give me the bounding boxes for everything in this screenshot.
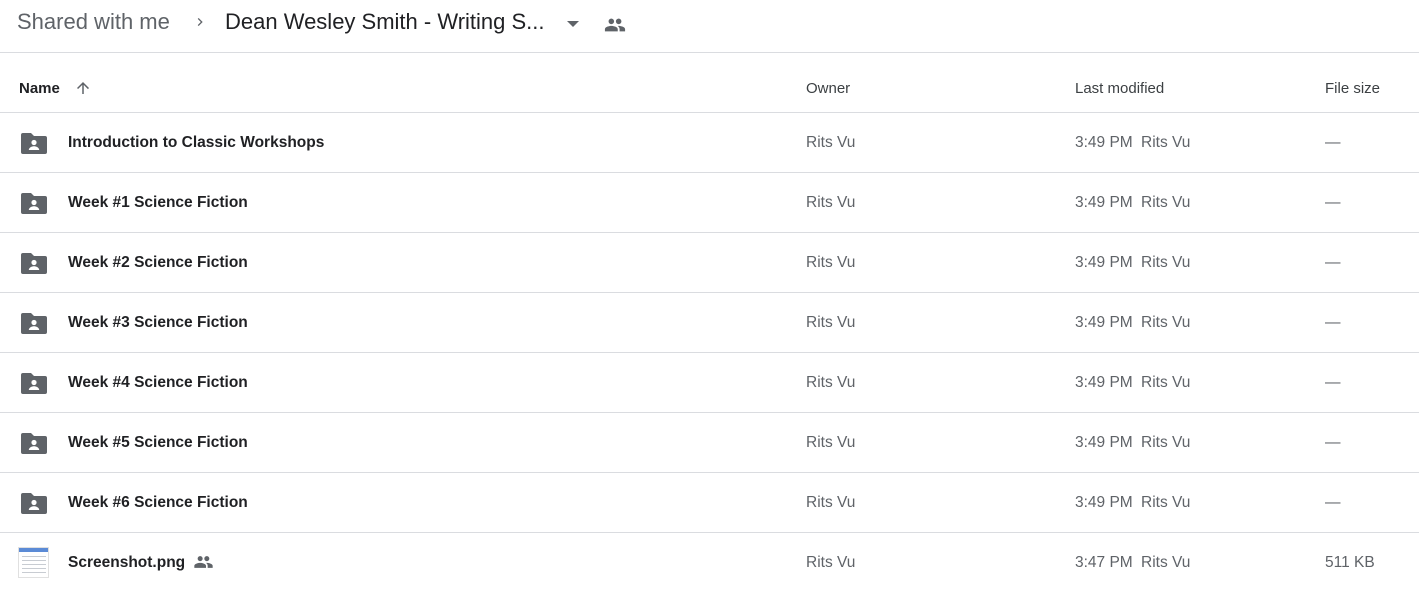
- file-modified-time: 3:49 PM: [1075, 374, 1133, 391]
- file-modified-by: Rits Vu: [1141, 194, 1191, 211]
- shared-folder-icon: [21, 373, 47, 394]
- shared-folder-icon: [21, 493, 47, 514]
- table-row[interactable]: Week #6 Science Fiction Rits Vu 3:49 PM …: [0, 473, 1419, 533]
- file-name: Week #1 Science Fiction: [68, 194, 248, 211]
- file-owner: Rits Vu: [806, 494, 856, 511]
- file-owner: Rits Vu: [806, 194, 856, 211]
- breadcrumb-current-folder[interactable]: Dean Wesley Smith - Writing S...: [225, 9, 545, 35]
- table-row[interactable]: Screenshot.png Rits Vu 3:47 PM Rits Vu 5…: [0, 533, 1419, 590]
- people-icon[interactable]: [604, 14, 626, 36]
- shared-folder-icon: [21, 313, 47, 334]
- file-name: Week #5 Science Fiction: [68, 434, 248, 451]
- file-modified-time: 3:49 PM: [1075, 134, 1133, 151]
- table-row[interactable]: Week #5 Science Fiction Rits Vu 3:49 PM …: [0, 413, 1419, 473]
- file-modified-time: 3:49 PM: [1075, 314, 1133, 331]
- file-modified-by: Rits Vu: [1141, 494, 1191, 511]
- file-modified-time: 3:49 PM: [1075, 254, 1133, 271]
- arrow-up-icon[interactable]: [74, 79, 92, 97]
- file-size: —: [1325, 374, 1341, 391]
- column-header-row: Name Owner Last modified File size: [0, 53, 1419, 113]
- file-modified-by: Rits Vu: [1141, 314, 1191, 331]
- table-row[interactable]: Week #4 Science Fiction Rits Vu 3:49 PM …: [0, 353, 1419, 413]
- people-icon: [194, 556, 213, 568]
- shared-folder-icon: [21, 133, 47, 154]
- file-name: Week #6 Science Fiction: [68, 494, 248, 511]
- chevron-right-icon: [197, 18, 203, 26]
- file-list: Introduction to Classic Workshops Rits V…: [0, 113, 1419, 590]
- shared-folder-icon: [21, 193, 47, 214]
- shared-folder-icon: [21, 253, 47, 274]
- file-size: —: [1325, 254, 1341, 271]
- file-modified-time: 3:49 PM: [1075, 434, 1133, 451]
- column-header-file-size[interactable]: File size: [1325, 80, 1380, 97]
- column-header-owner[interactable]: Owner: [806, 80, 850, 97]
- table-row[interactable]: Week #3 Science Fiction Rits Vu 3:49 PM …: [0, 293, 1419, 353]
- file-name: Screenshot.png: [68, 554, 186, 571]
- file-owner: Rits Vu: [806, 134, 856, 151]
- file-size: 511 KB: [1325, 554, 1375, 571]
- file-modified-time: 3:49 PM: [1075, 194, 1133, 211]
- file-name: Introduction to Classic Workshops: [68, 134, 325, 151]
- file-name: Week #2 Science Fiction: [68, 254, 248, 271]
- file-modified-by: Rits Vu: [1141, 374, 1191, 391]
- file-modified-by: Rits Vu: [1141, 434, 1191, 451]
- file-owner: Rits Vu: [806, 314, 856, 331]
- file-modified-time: 3:47 PM: [1075, 554, 1133, 571]
- file-owner: Rits Vu: [806, 554, 856, 571]
- table-row[interactable]: Week #2 Science Fiction Rits Vu 3:49 PM …: [0, 233, 1419, 293]
- file-modified-by: Rits Vu: [1141, 554, 1191, 571]
- file-owner: Rits Vu: [806, 434, 856, 451]
- file-size: —: [1325, 434, 1341, 451]
- column-header-name[interactable]: Name: [19, 80, 60, 97]
- file-name: Week #4 Science Fiction: [68, 374, 248, 391]
- file-size: —: [1325, 314, 1341, 331]
- arrow-drop-down-icon[interactable]: [563, 16, 583, 32]
- shared-folder-icon: [21, 433, 47, 454]
- file-owner: Rits Vu: [806, 254, 856, 271]
- breadcrumb: Shared with me Dean Wesley Smith - Writi…: [0, 0, 1419, 53]
- file-modified-time: 3:49 PM: [1075, 494, 1133, 511]
- table-row[interactable]: Introduction to Classic Workshops Rits V…: [0, 113, 1419, 173]
- table-row[interactable]: Week #1 Science Fiction Rits Vu 3:49 PM …: [0, 173, 1419, 233]
- file-modified-by: Rits Vu: [1141, 134, 1191, 151]
- file-modified-by: Rits Vu: [1141, 254, 1191, 271]
- file-size: —: [1325, 134, 1341, 151]
- image-thumbnail: [18, 547, 49, 578]
- file-owner: Rits Vu: [806, 374, 856, 391]
- file-size: —: [1325, 494, 1341, 511]
- file-size: —: [1325, 194, 1341, 211]
- breadcrumb-shared-with-me[interactable]: Shared with me: [17, 9, 170, 35]
- column-header-last-modified[interactable]: Last modified: [1075, 80, 1164, 97]
- file-name: Week #3 Science Fiction: [68, 314, 248, 331]
